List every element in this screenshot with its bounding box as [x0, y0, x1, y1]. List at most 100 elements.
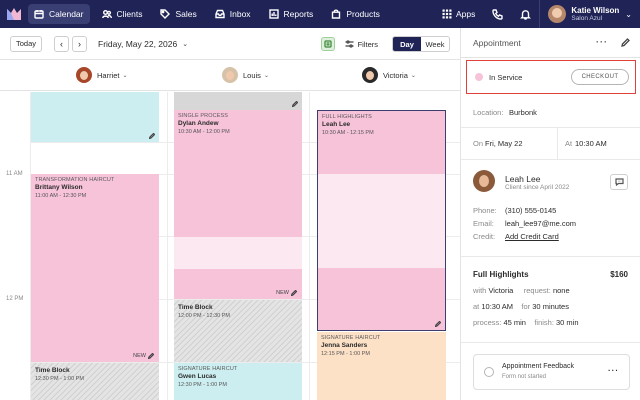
- nav-clients[interactable]: Clients: [96, 4, 149, 24]
- appointment-card[interactable]: [174, 92, 302, 110]
- nav-apps[interactable]: Apps: [434, 9, 483, 19]
- top-nav: Calendar Clients Sales Inbox Reports Pro…: [0, 0, 640, 28]
- calendar-icon: [34, 10, 44, 19]
- appointment-card-jenna[interactable]: SIGNATURE HAIRCUT Jenna Sanders 12:15 PM…: [317, 332, 446, 400]
- avatar: [362, 67, 378, 83]
- appointment-card-leah[interactable]: FULL HIGHLIGHTS Leah Lee 10:30 AM - 12:1…: [317, 110, 446, 174]
- appointment-card-gwen[interactable]: SIGNATURE HAIRCUT Gwen Lucas 12:30 PM - …: [174, 363, 302, 400]
- bar-chart-icon: [268, 9, 279, 19]
- staff-name: Victoria: [383, 70, 408, 80]
- request-label: request:: [523, 286, 551, 295]
- phone-button[interactable]: [483, 0, 511, 28]
- finish-value[interactable]: 30 min: [556, 318, 579, 327]
- nav-apps-label: Apps: [455, 9, 476, 19]
- nav-reports[interactable]: Reports: [263, 4, 320, 24]
- finish-label: finish:: [534, 318, 554, 327]
- time-block-harriet[interactable]: Time Block 12:30 PM - 1:00 PM: [31, 363, 159, 400]
- user-menu[interactable]: Katie Wilson Salon Azul ⌄: [539, 0, 640, 28]
- view-week-button[interactable]: Week: [421, 37, 449, 51]
- user-salon: Salon Azul: [571, 14, 603, 22]
- tag-icon: [160, 9, 171, 19]
- prev-day-button[interactable]: ‹: [54, 35, 69, 52]
- appointment-time: 11:00 AM - 12:30 PM: [35, 193, 87, 199]
- view-toggle: Day Week: [392, 36, 450, 52]
- staff-name: Harriet: [97, 70, 120, 80]
- appointment-card[interactable]: [31, 92, 159, 142]
- feedback-status: Form not started: [502, 374, 547, 380]
- with-value[interactable]: Victoria: [488, 286, 513, 295]
- calendar-grid: 11 AM 12 PM TRANSFORMATION HAIRCUT Britt…: [0, 92, 460, 400]
- add-credit-card-link[interactable]: Add Credit Card: [505, 232, 559, 241]
- service-name: SINGLE PROCESS: [178, 113, 228, 119]
- service-title: Full Highlights: [473, 270, 529, 279]
- filters-button[interactable]: Filters: [345, 40, 378, 49]
- staff-louis[interactable]: Louis ⌄: [222, 67, 269, 83]
- pencil-icon[interactable]: [149, 133, 155, 139]
- pencil-icon[interactable]: [435, 321, 441, 327]
- for-value[interactable]: 30 minutes: [532, 302, 569, 311]
- phone-value[interactable]: (310) 555-0145: [505, 206, 556, 215]
- edit-icon[interactable]: [621, 38, 630, 47]
- credit-label: Credit:: [473, 232, 496, 241]
- brand-logo[interactable]: [0, 0, 28, 28]
- staff-harriet[interactable]: Harriet ⌄: [76, 67, 128, 83]
- finish-block-leah[interactable]: [317, 268, 446, 331]
- date-time-row: On Fri, May 22 At 10:30 AM: [461, 128, 640, 160]
- pencil-icon[interactable]: [148, 353, 154, 359]
- request-value[interactable]: none: [553, 286, 570, 295]
- at-label: at: [473, 302, 480, 311]
- view-day-button[interactable]: Day: [393, 37, 421, 51]
- at-value[interactable]: 10:30 AM: [575, 139, 607, 148]
- new-label: NEW: [133, 353, 146, 359]
- status-text[interactable]: In Service: [489, 73, 522, 82]
- status-dot: [475, 73, 483, 81]
- chevron-down-icon[interactable]: ⌄: [182, 40, 188, 48]
- service-staff-row: with Victoria request: none: [473, 286, 570, 295]
- email-value[interactable]: leah_lee97@me.com: [505, 219, 576, 228]
- message-button[interactable]: [610, 174, 628, 190]
- feedback-status-circle: [484, 367, 494, 377]
- nav-inbox[interactable]: Inbox: [209, 4, 257, 24]
- time-label-12pm: 12 PM: [6, 296, 24, 302]
- nav-products-label: Products: [346, 9, 380, 19]
- today-button[interactable]: Today: [10, 35, 42, 52]
- location-value[interactable]: Burbonk: [509, 108, 537, 117]
- feedback-card[interactable]: Appointment Feedback Form not started ··…: [473, 354, 630, 390]
- email-row: Email: leah_lee97@me.com: [473, 219, 576, 228]
- inbox-icon: [215, 9, 225, 19]
- next-day-button[interactable]: ›: [72, 35, 87, 52]
- nav-calendar[interactable]: Calendar: [28, 4, 90, 24]
- pencil-icon[interactable]: [292, 101, 298, 107]
- process-label: process:: [473, 318, 502, 327]
- appointment-card-brittany[interactable]: TRANSFORMATION HAIRCUT Brittany Wilson 1…: [31, 174, 159, 362]
- checkout-button[interactable]: CHECKOUT: [571, 69, 629, 85]
- on-value[interactable]: Fri, May 22: [485, 139, 523, 148]
- status-section: In Service CHECKOUT: [466, 60, 636, 94]
- location-row: Location: Burbonk: [461, 96, 640, 128]
- finish-block[interactable]: NEW: [174, 269, 302, 299]
- appointment-card-dylan[interactable]: SINGLE PROCESS Dylan Andew 10:30 AM - 12…: [174, 110, 302, 237]
- at-value[interactable]: 10:30 AM: [481, 302, 513, 311]
- staff-victoria[interactable]: Victoria ⌄: [362, 67, 416, 83]
- nav-right: Apps Katie Wilson Salon Azul ⌄: [434, 0, 640, 28]
- mini-calendar-button[interactable]: [320, 37, 335, 51]
- pencil-icon[interactable]: [291, 290, 297, 296]
- chevron-down-icon: ⌄: [625, 9, 632, 19]
- divider: [461, 342, 640, 343]
- more-options-icon[interactable]: ···: [596, 37, 608, 47]
- time-block-time: 12:00 PM - 12:30 PM: [178, 313, 230, 319]
- processing-block-leah: [317, 174, 446, 268]
- phone-label: Phone:: [473, 206, 497, 215]
- time-block-louis[interactable]: Time Block 12:00 PM - 12:30 PM: [174, 300, 302, 362]
- client-name[interactable]: Leah Lee: [505, 174, 540, 184]
- process-value[interactable]: 45 min: [503, 318, 526, 327]
- chevron-down-icon: ⌄: [410, 72, 416, 79]
- nav-sales[interactable]: Sales: [154, 4, 202, 24]
- more-options-icon[interactable]: ···: [608, 366, 619, 375]
- date-picker-label[interactable]: Friday, May 22, 2026: [98, 39, 177, 49]
- notifications-button[interactable]: [511, 0, 539, 28]
- email-label: Email:: [473, 219, 494, 228]
- time-block-title: Time Block: [35, 367, 70, 374]
- nav-products[interactable]: Products: [325, 4, 386, 24]
- nav-calendar-label: Calendar: [49, 9, 84, 19]
